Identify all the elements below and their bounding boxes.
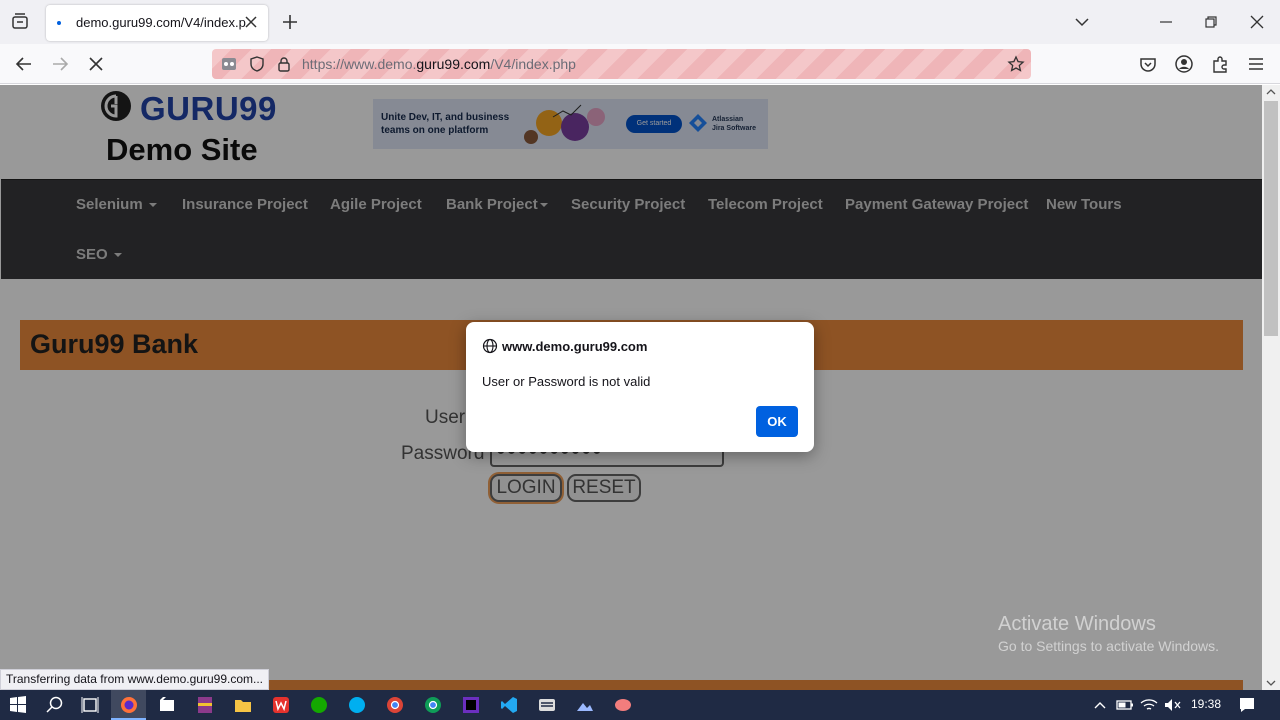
status-bar: Transferring data from www.demo.guru99.c… xyxy=(0,669,269,690)
restore-icon[interactable] xyxy=(1200,11,1222,33)
watermark-subtitle: Go to Settings to activate Windows. xyxy=(998,638,1219,654)
battery-icon[interactable] xyxy=(1115,695,1135,715)
dialog-message: User or Password is not valid xyxy=(482,374,651,389)
forward-icon[interactable] xyxy=(49,53,71,75)
new-tab-icon[interactable] xyxy=(279,11,301,33)
page-scrollbar[interactable] xyxy=(1262,85,1280,690)
tab-list-icon[interactable] xyxy=(8,11,32,33)
url-suffix: /V4/index.php xyxy=(490,56,576,72)
windows-start-icon[interactable] xyxy=(8,695,28,715)
chevron-up-icon[interactable] xyxy=(1090,695,1110,715)
scrollbar-thumb[interactable] xyxy=(1264,101,1278,336)
watermark-title: Activate Windows xyxy=(998,613,1156,635)
stop-loading-icon[interactable] xyxy=(85,53,107,75)
chrome-icon[interactable] xyxy=(385,695,405,715)
pocket-icon[interactable] xyxy=(1137,53,1159,75)
video-editor-icon[interactable] xyxy=(157,695,177,715)
url-text[interactable]: https://www.demo.guru99.com/V4/index.php xyxy=(302,56,576,72)
task-view-icon[interactable] xyxy=(80,695,100,715)
winrar-icon[interactable] xyxy=(195,695,215,715)
windows-taskbar: 19:38 xyxy=(0,690,1280,720)
wifi-icon[interactable] xyxy=(1139,695,1159,715)
browser-nav-bar: https://www.demo.guru99.com/V4/index.php xyxy=(0,44,1280,84)
bookmark-star-icon[interactable] xyxy=(1007,55,1025,73)
volume-muted-icon[interactable] xyxy=(1162,695,1182,715)
intellij-icon[interactable] xyxy=(461,695,481,715)
shield-icon[interactable] xyxy=(248,55,266,73)
list-all-tabs-icon[interactable] xyxy=(1071,11,1093,33)
photos-icon[interactable] xyxy=(575,695,595,715)
notifications-icon[interactable] xyxy=(1237,695,1257,715)
lock-icon[interactable] xyxy=(275,55,293,73)
app-menu-icon[interactable] xyxy=(1245,53,1267,75)
app-icon[interactable] xyxy=(613,695,633,715)
dialog-origin: www.demo.guru99.com xyxy=(502,339,648,354)
file-explorer-icon[interactable] xyxy=(233,695,253,715)
address-bar[interactable]: https://www.demo.guru99.com/V4/index.php xyxy=(212,49,1031,79)
firefox-icon[interactable] xyxy=(119,695,139,715)
activate-windows-watermark: Activate Windows Go to Settings to activ… xyxy=(998,613,1219,654)
minimize-icon[interactable] xyxy=(1155,11,1177,33)
close-tab-icon[interactable] xyxy=(242,13,260,31)
url-prefix: https://www.demo. xyxy=(302,56,417,72)
extensions-icon[interactable] xyxy=(1209,53,1231,75)
skype-icon[interactable] xyxy=(347,695,367,715)
account-icon[interactable] xyxy=(1173,53,1195,75)
terminal-icon[interactable] xyxy=(537,695,557,715)
close-window-icon[interactable] xyxy=(1246,11,1268,33)
globe-icon xyxy=(482,338,498,354)
browser-tab-bar: demo.guru99.com/V4/index.php xyxy=(0,0,1280,44)
browser-tab[interactable]: demo.guru99.com/V4/index.php xyxy=(46,5,268,41)
ok-button[interactable]: OK xyxy=(756,406,798,437)
wps-office-icon[interactable] xyxy=(271,695,291,715)
search-icon[interactable] xyxy=(45,695,65,715)
upwork-icon[interactable] xyxy=(309,695,329,715)
url-domain: guru99.com xyxy=(416,56,491,72)
chrome-profile-icon[interactable] xyxy=(423,695,443,715)
alert-dialog: www.demo.guru99.com User or Password is … xyxy=(466,322,814,452)
back-icon[interactable] xyxy=(13,53,35,75)
scroll-down-icon[interactable] xyxy=(1266,678,1276,688)
loading-indicator xyxy=(57,21,61,25)
scroll-up-icon[interactable] xyxy=(1266,87,1276,97)
taskbar-clock[interactable]: 19:38 xyxy=(1191,697,1221,711)
vscode-icon[interactable] xyxy=(499,695,519,715)
reader-view-icon[interactable] xyxy=(220,55,238,73)
tab-title: demo.guru99.com/V4/index.php xyxy=(76,15,246,30)
